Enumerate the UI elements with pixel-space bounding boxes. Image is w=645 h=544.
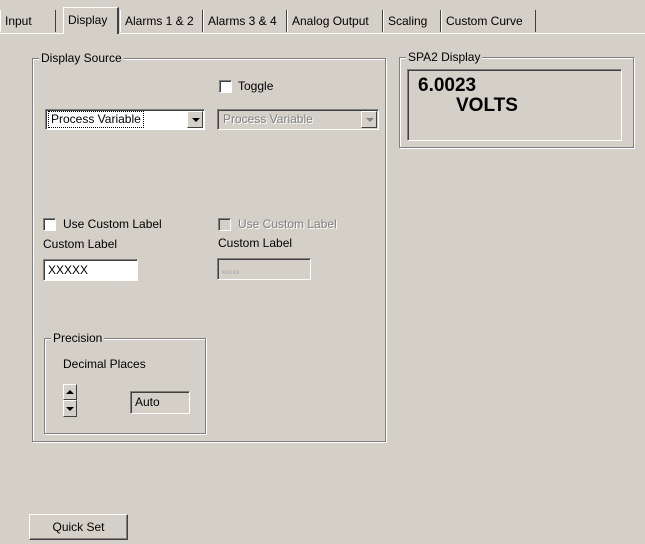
decimal-places-down-button[interactable] <box>63 400 77 417</box>
tab-display[interactable]: Display <box>63 7 119 34</box>
spa2-display-title: SPA2 Display <box>406 50 483 64</box>
decimal-places-up-button[interactable] <box>63 384 77 400</box>
primary-source-dropdown-button[interactable] <box>187 111 203 128</box>
display-line-2: VOLTS <box>456 95 518 116</box>
arrow-down-icon <box>66 407 74 411</box>
arrow-up-icon <box>66 390 74 394</box>
decimal-places-value: Auto <box>135 395 160 409</box>
use-custom-label-2-label: Use Custom Label <box>238 217 337 231</box>
toggle-label: Toggle <box>238 79 274 93</box>
tab-custom-curve[interactable]: Custom Curve <box>441 10 536 32</box>
decimal-places-label: Decimal Places <box>63 357 146 371</box>
tab-scaling[interactable]: Scaling <box>383 10 441 32</box>
toggle-checkbox[interactable] <box>219 80 232 93</box>
custom-label-2-field: xxxxx <box>217 258 311 280</box>
chevron-down-icon <box>366 118 374 122</box>
tab-strip: Input Display Alarms 1 & 2 Alarms 3 & 4 … <box>0 0 645 34</box>
secondary-source-value: Process Variable <box>223 112 313 126</box>
tab-analog-output[interactable]: Analog Output <box>287 10 383 32</box>
custom-label-2-value: xxxxx <box>222 270 240 276</box>
quick-set-button[interactable]: Quick Set <box>29 514 128 540</box>
primary-source-value: Process Variable <box>48 111 144 128</box>
secondary-source-select: Process Variable <box>217 109 379 130</box>
custom-label-field[interactable]: XXXXX <box>43 259 138 281</box>
custom-label-caption: Custom Label <box>43 237 118 251</box>
use-custom-label-2-checkbox <box>218 218 231 231</box>
custom-label-value: XXXXX <box>48 263 89 277</box>
spa2-display-screen: 6.0023 VOLTS <box>407 69 622 141</box>
display-source-title: Display Source <box>39 51 124 65</box>
tab-input[interactable]: Input <box>0 10 56 32</box>
display-line-1: 6.0023 <box>418 75 477 96</box>
precision-title: Precision <box>51 331 105 345</box>
use-custom-label-checkbox[interactable] <box>43 218 56 231</box>
custom-label-2-caption: Custom Label <box>218 236 293 250</box>
tab-alarms-1-2[interactable]: Alarms 1 & 2 <box>120 10 203 32</box>
use-custom-label-label: Use Custom Label <box>63 217 162 231</box>
secondary-source-dropdown-button <box>361 111 377 128</box>
tab-alarms-3-4[interactable]: Alarms 3 & 4 <box>203 10 287 32</box>
decimal-places-field: Auto <box>130 391 190 414</box>
primary-source-select[interactable]: Process Variable <box>45 109 205 130</box>
chevron-down-icon <box>192 118 200 122</box>
